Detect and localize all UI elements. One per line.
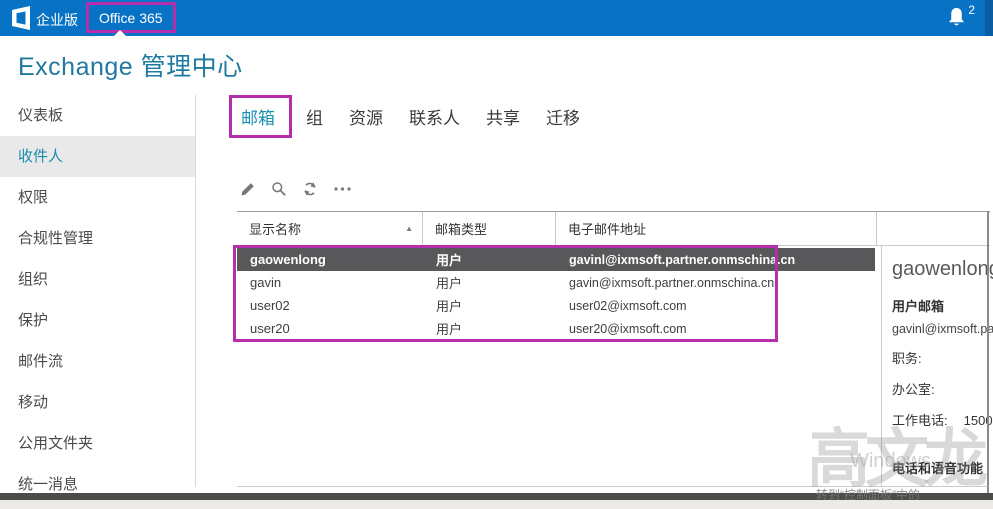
window-bottom-edge	[0, 493, 993, 500]
row-display-name: gaowenlong	[250, 252, 326, 267]
window-edge	[985, 0, 993, 36]
row-mailbox-type: 用户	[436, 253, 463, 268]
office365-app-link[interactable]: Office 365	[99, 10, 163, 26]
search-icon[interactable]	[271, 181, 287, 197]
more-icon[interactable]	[333, 181, 352, 197]
table-row[interactable]: user20 用户 user20@ixmsoft.com	[237, 317, 875, 340]
mailbox-table: gaowenlong 用户 gavinl@ixmsoft.partner.onm…	[237, 248, 875, 340]
tab-groups[interactable]: 组	[306, 104, 323, 129]
mailbox-table-header: 显示名称 ▲ 邮箱类型 电子邮件地址	[237, 211, 990, 246]
tab-migration[interactable]: 迁移	[546, 104, 580, 129]
details-field-work-phone: 工作电话: 1500	[892, 413, 993, 428]
exchange-admin-center: 企业版 Office 365 2 Exchange 管理中心 仪表板 收件人 权…	[0, 0, 993, 509]
notifications-button[interactable]: 2	[946, 3, 975, 34]
sidebar-item-public-folders[interactable]: 公用文件夹	[0, 423, 195, 464]
window-bottom-strip	[0, 500, 993, 509]
details-pane: gaowenlong 用户邮箱 gavinl@ixmsoft.pa 职务: 办公…	[881, 246, 993, 487]
table-row[interactable]: gaowenlong 用户 gavinl@ixmsoft.partner.onm…	[237, 248, 875, 271]
tab-resources[interactable]: 资源	[349, 104, 383, 129]
refresh-icon[interactable]	[302, 181, 318, 197]
row-email: gavinl@ixmsoft.partner.onmschina.cn	[569, 252, 796, 267]
sidebar-item-permissions[interactable]: 权限	[0, 177, 195, 218]
column-header-empty	[877, 212, 990, 245]
sidebar-nav: 仪表板 收件人 权限 合规性管理 组织 保护 邮件流 移动 公用文件夹 统一消息	[0, 95, 196, 493]
tab-shared[interactable]: 共享	[486, 104, 520, 129]
column-header-mailbox-type[interactable]: 邮箱类型	[423, 212, 556, 245]
recipients-tabs: 邮箱 组 资源 联系人 共享 迁移	[229, 95, 606, 138]
list-bottom-border	[237, 486, 988, 487]
sort-asc-icon[interactable]: ▲	[405, 224, 413, 233]
details-title: gaowenlong	[892, 258, 993, 280]
sidebar-item-recipients[interactable]: 收件人	[0, 136, 195, 177]
sidebar-item-compliance[interactable]: 合规性管理	[0, 218, 195, 259]
page-title: Exchange 管理中心	[18, 53, 243, 81]
row-display-name: gavin	[250, 275, 282, 290]
tab-mailboxes[interactable]: 邮箱	[229, 95, 292, 138]
sidebar-item-protection[interactable]: 保护	[0, 300, 195, 341]
row-display-name: user20	[250, 321, 290, 336]
edition-label: 企业版	[36, 12, 78, 28]
row-mailbox-type: 用户	[436, 299, 463, 314]
row-email: gavin@ixmsoft.partner.onmschina.cn	[569, 275, 775, 290]
tab-contacts[interactable]: 联系人	[409, 104, 460, 129]
office-logo-icon[interactable]	[10, 5, 32, 36]
sidebar-item-organization[interactable]: 组织	[0, 259, 195, 300]
list-toolbar	[240, 181, 352, 197]
details-field-job-title: 职务:	[892, 351, 922, 366]
edit-icon[interactable]	[240, 181, 256, 197]
row-mailbox-type: 用户	[436, 322, 463, 337]
office365-topbar: 企业版 Office 365 2	[0, 0, 993, 37]
active-app-notch	[113, 30, 127, 37]
table-row[interactable]: user02 用户 user02@ixmsoft.com	[237, 294, 875, 317]
sidebar-item-mobile[interactable]: 移动	[0, 382, 195, 423]
details-mailbox-type: 用户邮箱	[892, 299, 945, 314]
details-phone-voice-section-title: 电话和语音功能	[892, 461, 984, 476]
table-row[interactable]: gavin 用户 gavin@ixmsoft.partner.onmschina…	[237, 271, 875, 294]
bell-icon	[946, 5, 967, 34]
details-field-office: 办公室:	[892, 382, 935, 397]
notification-count-badge: 2	[968, 3, 975, 17]
row-mailbox-type: 用户	[436, 276, 463, 291]
row-display-name: user02	[250, 298, 290, 313]
window-right-edge	[987, 211, 989, 497]
column-header-email-address[interactable]: 电子邮件地址	[556, 212, 877, 245]
details-email: gavinl@ixmsoft.pa	[892, 322, 993, 336]
office365-app-annotation-box: Office 365	[86, 2, 176, 33]
sidebar-item-mailflow[interactable]: 邮件流	[0, 341, 195, 382]
row-email: user02@ixmsoft.com	[569, 298, 687, 313]
sidebar-item-dashboard[interactable]: 仪表板	[0, 95, 195, 136]
row-email: user20@ixmsoft.com	[569, 321, 687, 336]
column-header-display-name[interactable]: 显示名称 ▲	[237, 212, 423, 245]
